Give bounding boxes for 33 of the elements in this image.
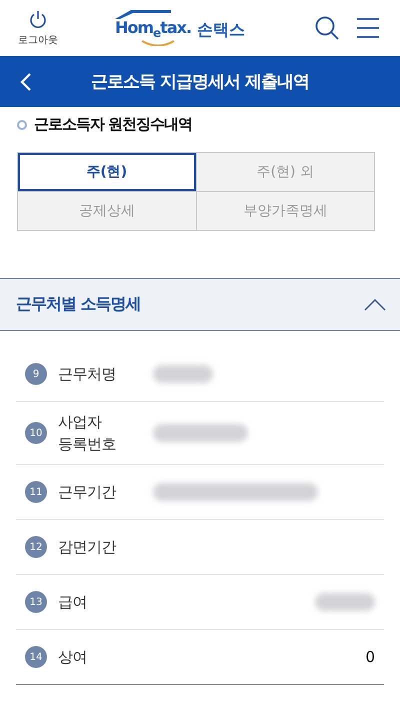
power-icon	[29, 10, 47, 30]
field-value: 0	[365, 648, 375, 666]
bullet-icon	[17, 120, 27, 130]
field-label: 상여	[58, 646, 88, 668]
tab[interactable]: 주(현)	[18, 153, 196, 191]
number-badge: 10	[25, 422, 47, 444]
field-label: 근무처명	[58, 364, 117, 385]
accordion-title: 근무처별 소득명세	[16, 294, 141, 315]
menu-button[interactable]	[356, 17, 380, 39]
logout-button[interactable]: 로그아웃	[18, 10, 58, 46]
logo-roof-icon	[114, 10, 171, 19]
number-badge: 13	[25, 591, 47, 613]
chevron-up-icon	[364, 298, 386, 310]
logo-brand: 손택스	[197, 20, 246, 40]
search-icon	[314, 15, 340, 41]
field-label: 감면기간	[58, 536, 118, 558]
accordion-header[interactable]: 근무처별 소득명세	[0, 278, 400, 331]
section-title: 근로소득자 원천징수내역	[34, 115, 192, 134]
field-label: 급여	[58, 592, 88, 613]
search-button[interactable]	[314, 15, 340, 41]
number-badge: 11	[25, 481, 47, 503]
logo-smile-icon	[140, 40, 175, 46]
back-button[interactable]	[20, 72, 32, 92]
redacted-value	[315, 593, 375, 611]
logo-text: Hom$_{e}$tax.	[114, 18, 192, 40]
page-title: 근로소득 지급명세서 제출내역	[91, 71, 309, 93]
field-label: 사업자 등록번호	[58, 412, 117, 455]
redacted-value	[153, 365, 213, 383]
menu-icon	[356, 17, 380, 39]
number-badge: 12	[25, 536, 47, 558]
field-label: 근무기간	[58, 482, 118, 503]
number-badge: 9	[25, 363, 47, 385]
number-badge: 14	[25, 646, 47, 668]
